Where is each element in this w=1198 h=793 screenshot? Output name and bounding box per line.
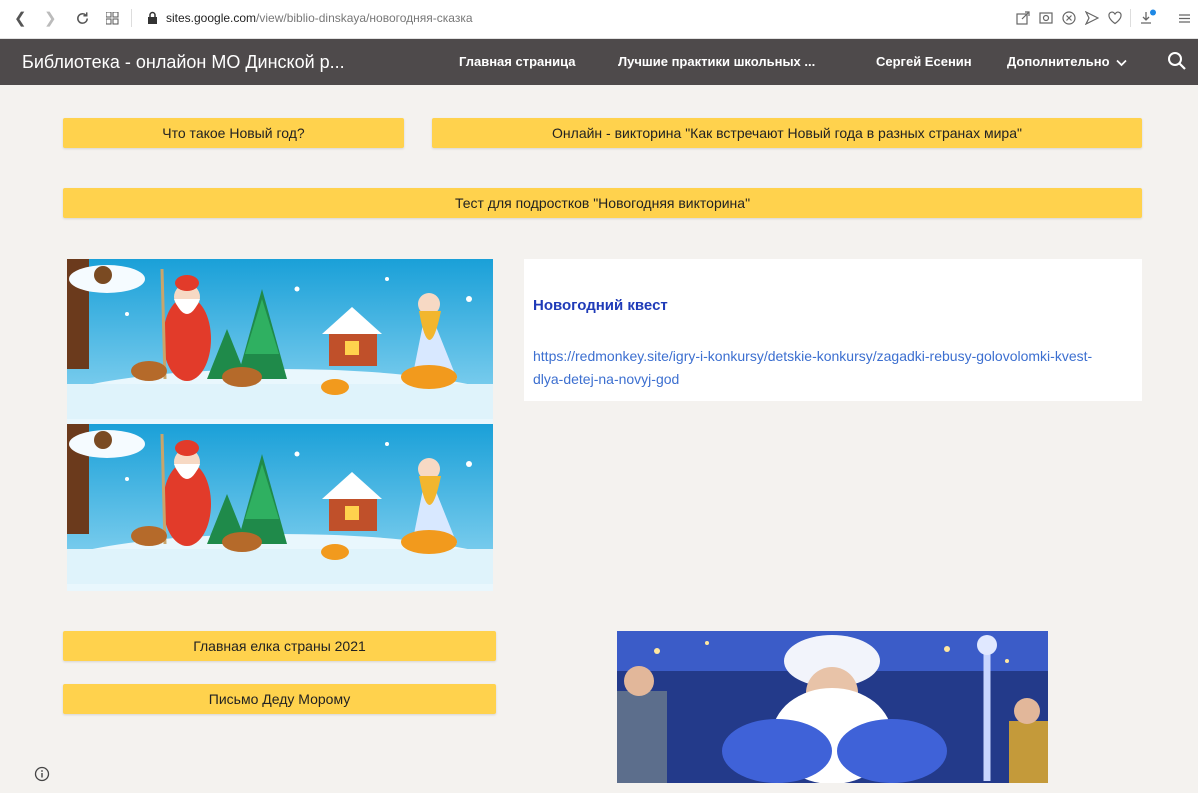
share-icon[interactable] [1016,11,1030,25]
url-path: /view/biblio-dinskaya/новогодняя-сказка [256,11,473,25]
online-quiz-button[interactable]: Онлайн - викторина "Как встречают Новый … [432,118,1142,148]
ded-moroz-illustration [617,631,1048,783]
nav-more[interactable]: Дополнительно [1007,54,1127,69]
menu-lines-icon[interactable] [1178,12,1191,25]
screenshot-icon[interactable] [1039,11,1053,25]
quest-card: Новогодний квест https://redmonkey.site/… [524,259,1142,401]
letter-to-ded-moroz-button[interactable]: Письмо Деду Морому [63,684,496,714]
reload-icon[interactable] [75,11,90,26]
site-title[interactable]: Библиотека - онлайон МО Динской р... [22,52,345,73]
search-icon[interactable] [1166,50,1188,72]
forward-icon[interactable]: ❯ [44,9,57,27]
nav-main-page[interactable]: Главная страница [459,54,575,69]
download-icon[interactable] [1140,9,1158,27]
block-icon[interactable] [1062,11,1076,25]
address-bar[interactable]: sites.google.com/view/biblio-dinskaya/но… [166,11,473,25]
browser-toolbar: ❮ ❯ sites.google.com/view/biblio-dinskay… [0,0,1198,39]
what-is-new-year-button[interactable]: Что такое Новый год? [63,118,404,148]
lock-icon [148,11,157,24]
teen-test-button[interactable]: Тест для подростков "Новогодняя викторин… [63,188,1142,218]
back-icon[interactable]: ❮ [14,9,27,27]
send-icon[interactable] [1085,11,1099,25]
winter-scene-illustration [67,259,493,591]
apps-grid-icon[interactable] [106,12,119,25]
nav-more-label: Дополнительно [1007,54,1110,69]
find-differences-image [67,259,493,591]
chevron-down-icon [1116,59,1127,66]
heart-icon[interactable] [1108,11,1122,25]
info-icon[interactable] [34,766,50,782]
toolbar-divider [1130,9,1131,27]
nav-sergey-esenin[interactable]: Сергей Есенин [876,54,972,69]
main-tree-button[interactable]: Главная елка страны 2021 [63,631,496,661]
quest-link[interactable]: https://redmonkey.site/igry-i-konkursy/d… [533,345,1113,391]
quest-title: Новогодний квест [533,297,668,314]
nav-best-practices[interactable]: Лучшие практики школьных ... [618,54,815,69]
ded-moroz-photo [617,631,1048,783]
site-header: Библиотека - онлайон МО Динской р... Гла… [0,39,1198,85]
toolbar-divider [131,9,132,27]
url-host: sites.google.com [166,11,257,25]
